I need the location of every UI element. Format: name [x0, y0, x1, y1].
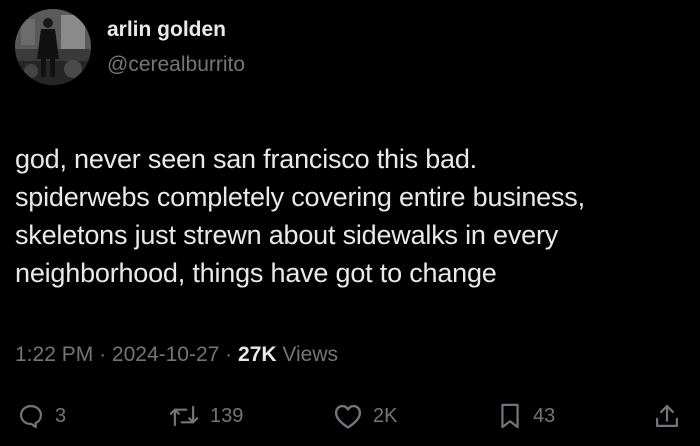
tweet-text-line: neighborhood, things have got to change: [15, 258, 497, 288]
tweet-date[interactable]: 2024-10-27: [112, 343, 219, 366]
like-button[interactable]: 2K: [333, 396, 397, 436]
meta-separator: ·: [225, 343, 233, 366]
tweet-time[interactable]: 1:22 PM: [15, 343, 93, 366]
meta-separator: ·: [99, 343, 107, 366]
repost-count: 139: [210, 404, 244, 427]
reply-icon: [19, 404, 43, 429]
action-bar: 3 139 2K 43: [0, 396, 700, 436]
avatar[interactable]: [15, 9, 91, 85]
bookmark-button[interactable]: 43: [497, 396, 555, 436]
views-count: 27K: [238, 343, 277, 366]
reply-count: 3: [55, 404, 67, 427]
share-button[interactable]: [653, 396, 681, 436]
tweet-text: god, never seen san francisco this bad. …: [15, 140, 685, 292]
repost-button[interactable]: 139: [168, 396, 243, 436]
reply-button[interactable]: 3: [17, 396, 66, 436]
tweet-meta: 1:22 PM · 2024-10-27 · 27K Views: [15, 343, 338, 367]
repost-icon: [169, 405, 199, 427]
avatar-image: [15, 9, 91, 85]
tweet-text-line: god, never seen san francisco this bad.: [15, 144, 477, 174]
tweet-text-line: spiderwebs completely covering entire bu…: [15, 182, 585, 212]
like-count: 2K: [373, 404, 398, 427]
display-name[interactable]: arlin golden: [107, 18, 226, 42]
user-handle[interactable]: @cerealburrito: [107, 53, 245, 77]
bookmark-count: 43: [533, 404, 556, 427]
heart-icon: [334, 404, 362, 429]
tweet: arlin golden @cerealburrito god, never s…: [0, 0, 700, 446]
bookmark-icon: [501, 403, 519, 429]
tweet-text-line: skeletons just strewn about sidewalks in…: [15, 220, 559, 250]
share-icon: [655, 404, 679, 428]
views-label: Views: [282, 343, 339, 366]
